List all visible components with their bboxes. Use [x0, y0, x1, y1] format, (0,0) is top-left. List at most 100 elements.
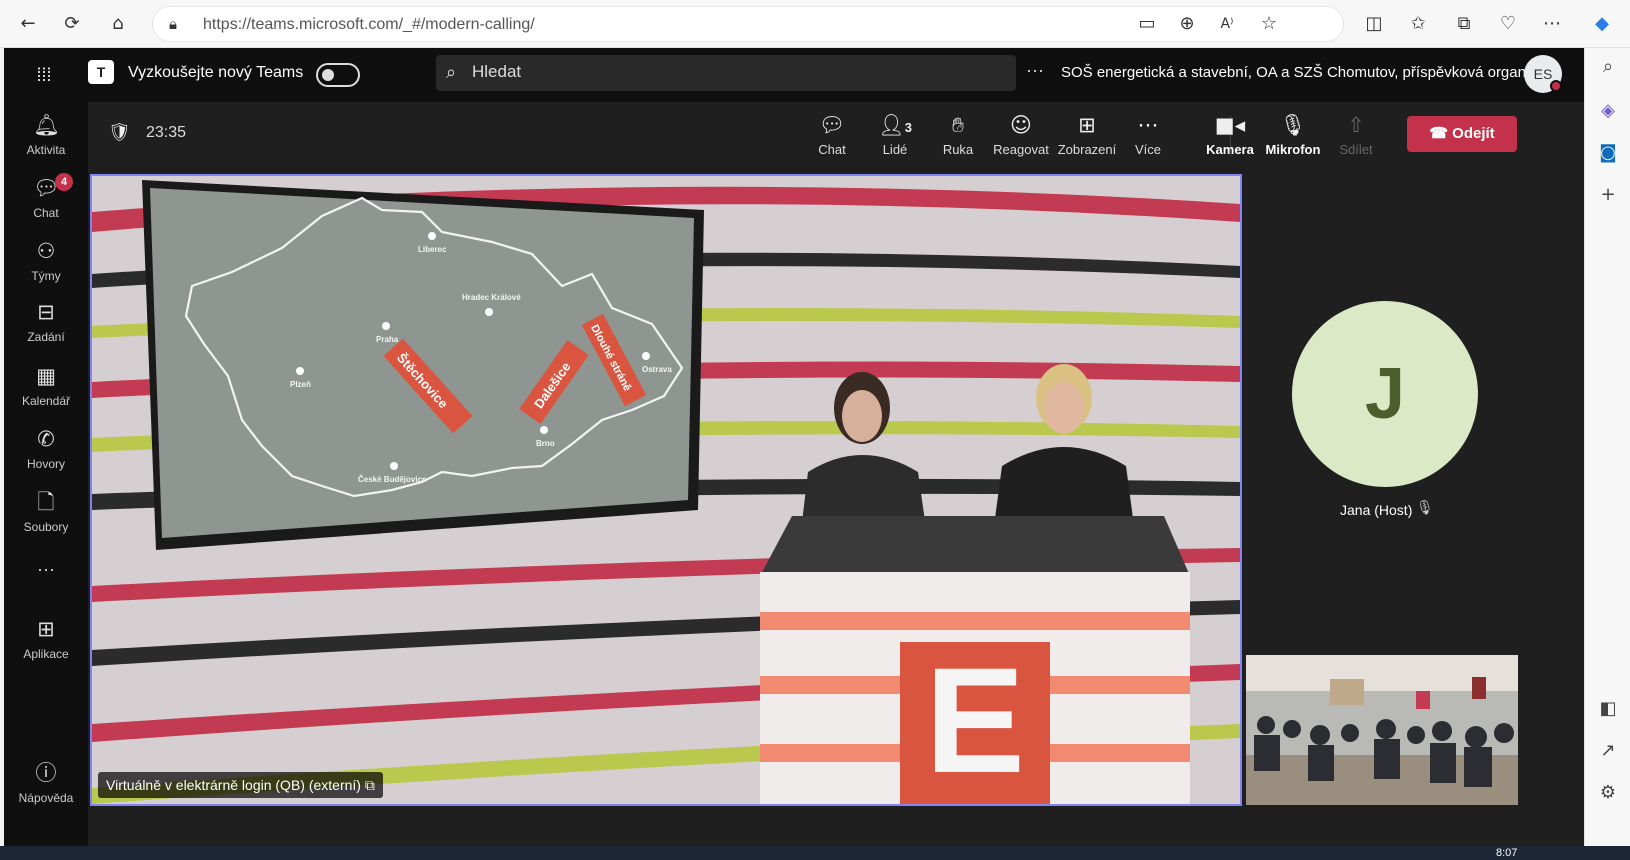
app-launcher-icon[interactable]: ⁞⁞⁞	[30, 61, 58, 89]
rail-label: Aplikace	[23, 647, 69, 661]
rail-item-activity[interactable]: 🔔︎ Aktivita	[4, 112, 88, 172]
calendar-icon: ▦	[36, 364, 56, 388]
self-video-tile[interactable]	[1246, 655, 1518, 805]
main-video-stage[interactable]: Liberec Hradec Králové Praha Plzeň Ostra…	[90, 174, 1242, 806]
rail-label: Chat	[33, 206, 59, 220]
phone-icon: ✆	[37, 427, 55, 451]
map-city-label: České Budějovice	[358, 475, 427, 484]
map-city-label: Liberec	[418, 245, 447, 254]
desk-logo-letter: E	[925, 636, 1025, 804]
meeting-controls-bar: 🛡︎ 23:35 💬︎ Chat 👤︎3 Lidé ✋︎ Ruka ☺ Reag…	[88, 102, 1584, 168]
zoom-icon[interactable]: ⊕	[1175, 12, 1199, 36]
chat-icon: 💬︎	[818, 113, 846, 137]
copilot-icon[interactable]: ◆	[1590, 12, 1614, 36]
open-external-icon[interactable]: ↗	[1595, 738, 1621, 764]
rail-item-calendar[interactable]: ▦ Kalendář	[4, 363, 88, 423]
read-aloud-icon[interactable]: A⁾	[1215, 12, 1239, 36]
favorites-icon[interactable]: ✩	[1406, 12, 1430, 36]
bell-icon: 🔔︎	[33, 113, 60, 137]
search-box[interactable]: ⌕	[436, 55, 1016, 91]
grid-view-icon: ⊞	[1078, 113, 1096, 137]
people-button-label: Lidé	[882, 142, 908, 157]
refresh-icon[interactable]: ⟳	[60, 12, 84, 36]
apps-icon: ⊞	[37, 617, 55, 641]
rail-item-teams[interactable]: ⚇ Týmy	[4, 238, 88, 298]
more-icon: ···	[37, 559, 55, 579]
react-button[interactable]: ☺ Reagovat	[989, 112, 1053, 162]
rail-label: Zadání	[27, 330, 65, 344]
performance-icon[interactable]: ♡	[1496, 12, 1520, 36]
settings-icon[interactable]: ⚙	[1595, 780, 1621, 806]
teams-logo-icon: T	[88, 60, 114, 84]
camera-icon[interactable]: ▭	[1135, 12, 1159, 36]
screen-share-icon: ⧉	[364, 777, 375, 793]
more-icon[interactable]: ⋯	[1540, 12, 1564, 36]
map-city-label: Hradec Králové	[462, 293, 521, 302]
view-button-label: Zobrazení	[1057, 142, 1117, 157]
people-count: 3	[904, 120, 912, 135]
taskbar-clock: 8:07	[1496, 847, 1518, 859]
people-icon: 👤︎3	[878, 113, 912, 137]
share-button[interactable]: ⇧ Sdílet	[1324, 112, 1388, 162]
video-caption: Virtuálně v elektrárně login (QB) (exter…	[98, 772, 383, 798]
outlook-icon[interactable]: ◙	[1595, 140, 1621, 166]
more-button-label: Více	[1134, 142, 1161, 157]
rail-item-assignments[interactable]: ⊟ Zadání	[4, 299, 88, 359]
camera-button[interactable]: ■◂ Kamera	[1198, 112, 1262, 162]
rail-item-apps[interactable]: ⊞ Aplikace	[4, 616, 88, 676]
back-icon[interactable]: ←	[16, 12, 40, 36]
view-button[interactable]: ⊞ Zobrazení	[1052, 112, 1122, 162]
presence-status-icon	[1550, 80, 1562, 92]
rail-label: Hovory	[26, 457, 65, 471]
sidebar-icon[interactable]: ◧	[1595, 696, 1621, 722]
map-city-label: Brno	[536, 439, 555, 448]
rail-label: Týmy	[31, 269, 61, 283]
copilot-icon[interactable]: ◈	[1595, 98, 1621, 124]
favorite-icon[interactable]: ☆	[1257, 12, 1281, 36]
teams-window: ⁞⁞⁞ T Vyzkoušejte nový Teams ⌕ ··· SOŠ e…	[4, 48, 1584, 846]
app-rail: 🔔︎ Aktivita 💬︎ 4 Chat ⚇ Týmy ⊟ Zadání ▦ …	[4, 102, 88, 846]
mic-off-icon: 🎙︎	[1279, 113, 1307, 137]
people-button[interactable]: 👤︎3 Lidé	[863, 112, 927, 162]
chat-button[interactable]: 💬︎ Chat	[800, 112, 864, 162]
rail-label: Nápověda	[18, 791, 74, 805]
edge-sidebar: ⌕ ◈ ◙ + ◧ ↗ ⚙	[1584, 48, 1630, 848]
search-input[interactable]	[472, 57, 992, 87]
lock-icon[interactable]: 🔒︎	[161, 12, 185, 36]
rail-item-calls[interactable]: ✆ Hovory	[4, 426, 88, 486]
more-options-button[interactable]: ···	[1026, 60, 1044, 81]
camera-button-label: Kamera	[1206, 142, 1254, 157]
teams-topbar: ⁞⁞⁞ T Vyzkoušejte nový Teams ⌕ ··· SOŠ e…	[4, 48, 1584, 102]
more-actions-button[interactable]: ⋯ Více	[1116, 112, 1180, 162]
shield-icon[interactable]: 🛡︎	[108, 122, 131, 143]
microphone-button[interactable]: 🎙︎ Mikrofon	[1261, 112, 1325, 162]
file-icon: 🗋︎	[37, 490, 55, 514]
new-teams-toggle[interactable]	[316, 63, 360, 87]
map-city-label: Praha	[376, 335, 399, 344]
hand-button-label: Ruka	[942, 142, 974, 157]
address-bar[interactable]: 🔒︎ https://teams.microsoft.com/_#/modern…	[152, 6, 1344, 42]
rail-item-files[interactable]: 🗋︎ Soubory	[4, 489, 88, 549]
participant-name: Jana (Host)	[1340, 502, 1413, 518]
org-name[interactable]: SOŠ energetická a stavební, OA a SZŠ Cho…	[1061, 64, 1561, 81]
add-icon[interactable]: +	[1595, 182, 1621, 208]
rail-label: Kalendář	[21, 394, 71, 408]
hang-up-icon: ☎︎	[1429, 125, 1453, 142]
home-icon[interactable]: ⌂	[106, 12, 130, 36]
leave-button[interactable]: ☎︎ Odejít	[1407, 116, 1517, 152]
map-city-label: Plzeň	[290, 380, 311, 389]
url-text[interactable]: https://teams.microsoft.com/_#/modern-ca…	[203, 16, 535, 34]
collections-icon[interactable]: ⧉	[1452, 12, 1476, 36]
rail-item-more[interactable]: ···	[4, 554, 88, 614]
meeting-timer: 23:35	[146, 124, 187, 141]
rail-item-help[interactable]: ⓘ Nápověda	[4, 760, 88, 820]
more-icon: ⋯	[1137, 113, 1159, 137]
mic-off-icon: 🎙︎	[1416, 500, 1434, 516]
raise-hand-button[interactable]: ✋︎ Ruka	[926, 112, 990, 162]
search-icon[interactable]: ⌕	[1595, 54, 1621, 80]
split-screen-icon[interactable]: ◫	[1362, 12, 1386, 36]
rail-item-chat[interactable]: 💬︎ 4 Chat	[4, 173, 88, 235]
participant-avatar[interactable]: J	[1292, 301, 1478, 487]
chat-button-label: Chat	[818, 142, 846, 157]
hand-icon: ✋︎	[952, 113, 964, 137]
